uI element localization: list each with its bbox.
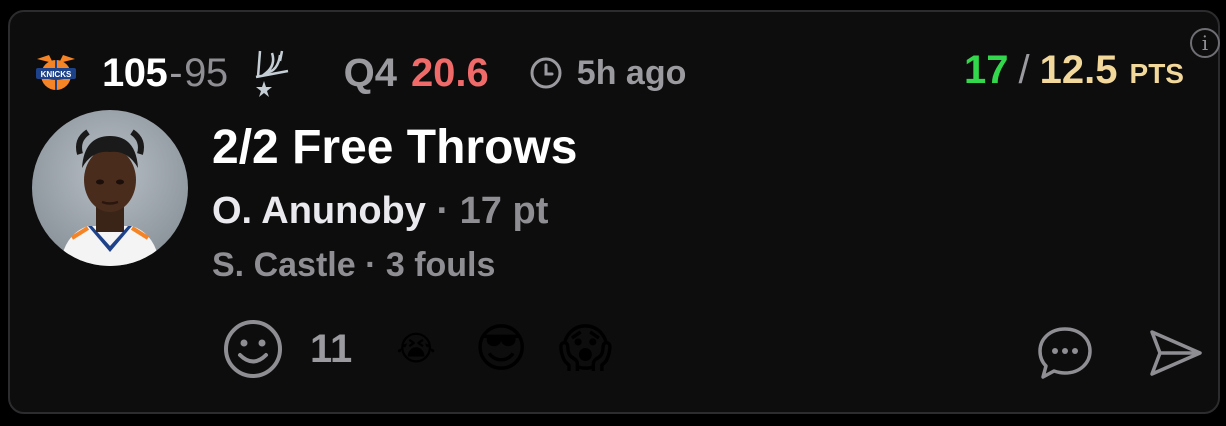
game-header: KNICKS 105 - 95 Q4 20.6 5h ago	[32, 50, 687, 97]
svg-text:KNICKS: KNICKS	[41, 70, 72, 79]
comment-icon[interactable]	[1036, 324, 1094, 382]
play-title: 2/2 Free Throws	[212, 121, 578, 174]
info-icon[interactable]: i	[1190, 28, 1220, 58]
knicks-logo-icon: KNICKS	[32, 53, 80, 93]
stat-line-value: 12.5	[1039, 48, 1118, 92]
play-card[interactable]: i KNICKS 105 - 95 Q4 20.6 5h ago 17 / 12…	[8, 10, 1220, 414]
home-score: 105	[102, 50, 168, 95]
actions-bar	[1036, 324, 1204, 382]
stat-unit: PTS	[1129, 58, 1184, 89]
secondary-player-line: S. Castle · 3 fouls	[212, 246, 496, 284]
game-quarter: Q4	[343, 50, 397, 95]
smiley-add-reaction-icon[interactable]	[222, 318, 284, 380]
clock-icon	[530, 57, 562, 89]
player-points: · 17 pt	[425, 190, 549, 232]
stat-line: 17 / 12.5 PTS	[964, 48, 1184, 93]
stat-actual: 17	[964, 48, 1009, 92]
reactions-bar: 11 😭 😎 😱	[222, 318, 612, 380]
time-ago: 5h ago	[529, 53, 687, 93]
game-clock: 20.6	[410, 50, 489, 95]
player-line: O. Anunoby · 17 pt	[212, 190, 548, 233]
screaming-emoji-reaction[interactable]: 😱	[558, 323, 612, 375]
score-separator: -	[169, 50, 183, 95]
sunglasses-emoji-reaction[interactable]: 😎	[474, 323, 528, 375]
game-score: 105 - 95	[102, 51, 228, 96]
spurs-logo-icon	[250, 47, 294, 99]
away-score: 95	[184, 50, 228, 95]
share-send-icon[interactable]	[1146, 324, 1204, 382]
reaction-count: 11	[310, 326, 353, 371]
crying-emoji-reaction[interactable]: 😭	[396, 332, 436, 366]
player-name[interactable]: O. Anunoby	[212, 190, 426, 232]
player-avatar[interactable]	[32, 110, 188, 266]
stat-separator: /	[1018, 48, 1030, 92]
time-ago-label: 5h ago	[576, 53, 687, 92]
